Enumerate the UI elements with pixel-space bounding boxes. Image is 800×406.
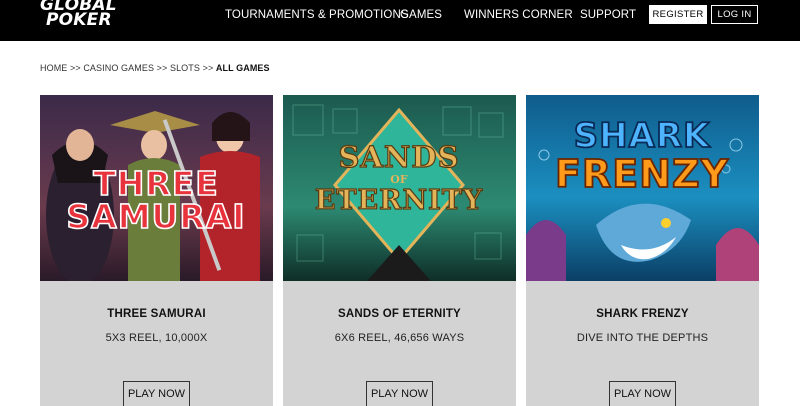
game-subtitle: 5X3 REEL, 10,000X: [105, 332, 208, 344]
login-button[interactable]: LOG IN: [711, 5, 758, 24]
nav-item-tournaments[interactable]: TOURNAMENTS & PROMOTIONS: [225, 0, 409, 29]
top-nav-bar: GLOBAL POKER TOURNAMENTS & PROMOTIONS GA…: [0, 0, 800, 41]
game-title: SANDS OF ETERNITY: [338, 308, 461, 320]
three-samurai-art[interactable]: THREE SAMURAI: [40, 95, 273, 281]
breadcrumb-home[interactable]: HOME: [40, 63, 67, 73]
breadcrumb-separator: >>: [156, 63, 170, 73]
breadcrumb-separator: >>: [70, 63, 84, 73]
nav-item-games[interactable]: GAMES: [400, 0, 442, 29]
nav-item-winners-corner[interactable]: WINNERS CORNER: [464, 0, 573, 29]
breadcrumb-casino-games[interactable]: CASINO GAMES: [83, 63, 154, 73]
nav-item-support[interactable]: SUPPORT: [580, 0, 636, 29]
three-samurai-illustration: THREE SAMURAI: [40, 95, 273, 281]
register-button[interactable]: REGISTER: [649, 5, 707, 24]
three-samurai-logo-line-2: SAMURAI: [66, 197, 245, 236]
breadcrumb: HOME >> CASINO GAMES >> SLOTS >> ALL GAM…: [40, 63, 270, 73]
global-poker-logo[interactable]: GLOBAL POKER: [40, 0, 120, 32]
shark-frenzy-art[interactable]: SHARK FRENZY: [526, 95, 759, 281]
play-now-button[interactable]: PLAY NOW: [123, 381, 190, 406]
sands-logo-line-2: ETERNITY: [315, 185, 483, 216]
breadcrumb-separator: >>: [202, 63, 216, 73]
breadcrumb-current: ALL GAMES: [215, 63, 270, 73]
play-now-button[interactable]: PLAY NOW: [609, 381, 676, 406]
breadcrumb-slots[interactable]: SLOTS: [170, 63, 200, 73]
game-title: SHARK FRENZY: [596, 308, 689, 320]
nav-link-games[interactable]: GAMES: [400, 9, 442, 21]
shark-frenzy-illustration: SHARK FRENZY: [526, 95, 759, 281]
shark-frenzy-logo-line-2: FRENZY: [555, 152, 729, 196]
nav-link-tournaments[interactable]: TOURNAMENTS & PROMOTIONS: [225, 9, 409, 21]
sands-logo-line-1: SANDS: [338, 140, 459, 174]
sands-of-eternity-illustration: SANDS OF ETERNITY: [283, 95, 516, 281]
game-subtitle: 6X6 REEL, 46,656 WAYS: [334, 332, 465, 344]
game-card-sands-of-eternity: SANDS OF ETERNITY SANDS OF ETERNITY 6X6 …: [283, 95, 516, 406]
game-card-three-samurai: THREE SAMURAI THREE SAMURAI 5X3 REEL, 10…: [40, 95, 273, 406]
game-subtitle: DIVE INTO THE DEPTHS: [576, 332, 709, 344]
nav-link-support[interactable]: SUPPORT: [580, 9, 636, 21]
logo-line-2: POKER: [46, 10, 112, 30]
game-card-shark-frenzy: SHARK FRENZY SHARK FRENZY DIVE INTO THE …: [526, 95, 759, 406]
sands-of-eternity-art[interactable]: SANDS OF ETERNITY: [283, 95, 516, 281]
game-title: THREE SAMURAI: [107, 308, 206, 320]
shark-frenzy-logo-line-1: SHARK: [574, 116, 711, 156]
nav-link-winners-corner[interactable]: WINNERS CORNER: [464, 9, 573, 21]
play-now-button[interactable]: PLAY NOW: [366, 381, 433, 406]
